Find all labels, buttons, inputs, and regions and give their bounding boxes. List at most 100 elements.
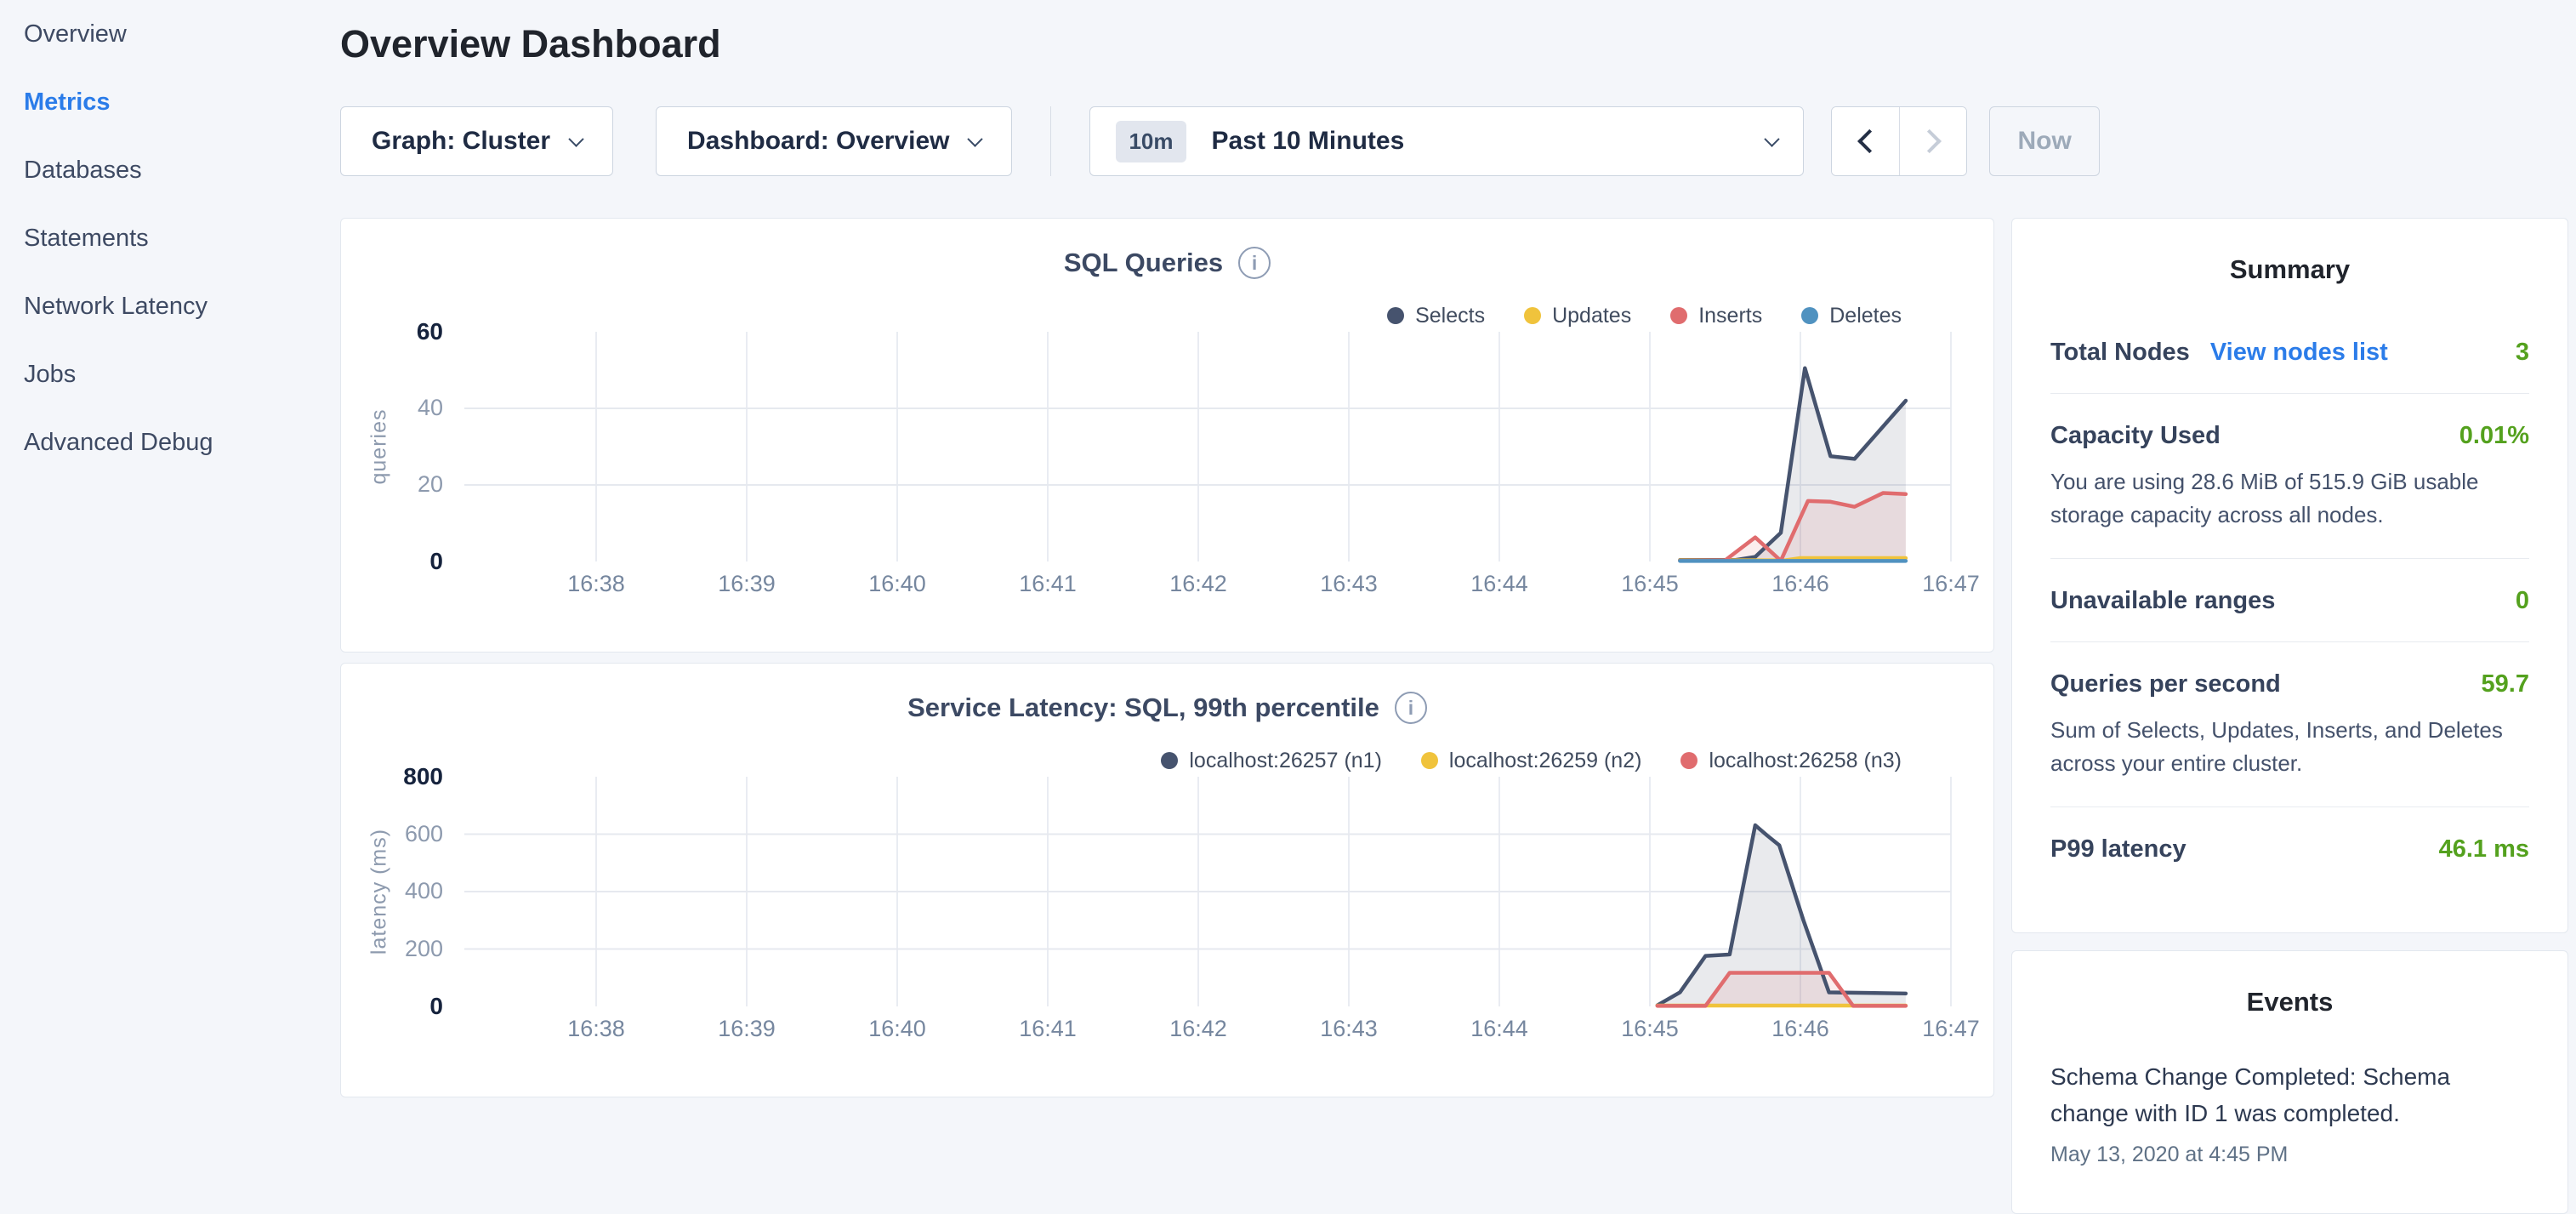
x-tick-label: 16:44	[1440, 1016, 1559, 1042]
app-root: OverviewMetricsDatabasesStatementsNetwor…	[0, 0, 2576, 1052]
legend-item-updates[interactable]: Updates	[1524, 304, 1631, 328]
chevron-down-icon	[968, 131, 983, 146]
x-tick-label: 16:47	[1891, 571, 2010, 597]
events-panel: Events Schema Change Completed: Schema c…	[2011, 950, 2568, 1214]
sidebar-item-statements[interactable]: Statements	[0, 204, 340, 272]
summary-stat-capacity-used: Capacity Used0.01% You are using 28.6 MiB…	[2050, 393, 2529, 558]
chart-canvas[interactable]	[464, 777, 1951, 1006]
chart-legend: Selects Updates Inserts Deletes	[341, 301, 1902, 330]
time-back-button[interactable]	[1832, 107, 1899, 175]
time-forward-button[interactable]	[1899, 107, 1966, 175]
sidebar-item-jobs[interactable]: Jobs	[0, 340, 340, 408]
chart-title-row: Service Latency: SQL, 99th percentile i	[341, 691, 1993, 725]
sidebar-item-databases[interactable]: Databases	[0, 136, 340, 204]
toolbar: Graph: Cluster Dashboard: Overview 10m P…	[340, 106, 2568, 176]
events-list: Schema Change Completed: Schema change w…	[2050, 1058, 2529, 1167]
legend-item-localhost-26258-n3[interactable]: localhost:26258 (n3)	[1680, 749, 1902, 773]
stat-row: P99 latency 46.1 ms	[2050, 835, 2529, 863]
legend-label: Selects	[1415, 304, 1485, 328]
y-tick-label: 400	[320, 878, 443, 904]
now-button[interactable]: Now	[1989, 106, 2099, 176]
stat-label: P99 latency	[2050, 835, 2186, 863]
graph-dropdown[interactable]: Graph: Cluster	[340, 106, 613, 176]
legend-item-selects[interactable]: Selects	[1387, 304, 1485, 328]
sidebar-item-overview[interactable]: Overview	[0, 0, 340, 68]
stat-label: Queries per second	[2050, 670, 2281, 698]
summary-stat-unavailable-ranges: Unavailable ranges0	[2050, 558, 2529, 641]
chart-plot: latency (ms)020040060080016:3816:3916:40…	[464, 777, 1951, 1006]
content-row: SQL QueriesiSelectsUpdatesInsertsDeletes…	[340, 218, 2568, 1214]
legend-item-inserts[interactable]: Inserts	[1670, 304, 1762, 328]
toolbar-divider	[1050, 106, 1051, 176]
stat-row: Capacity Used0.01%	[2050, 422, 2529, 450]
legend-dot	[1421, 752, 1438, 769]
legend-dot	[1387, 307, 1404, 324]
legend-dot	[1680, 752, 1697, 769]
chevron-down-icon	[1765, 131, 1780, 146]
x-tick-label: 16:38	[537, 571, 656, 597]
legend-dot	[1524, 307, 1541, 324]
x-tick-label: 16:39	[687, 1016, 806, 1042]
legend-dot	[1670, 307, 1687, 324]
stat-row: Queries per second 59.7	[2050, 670, 2529, 698]
stat-description: You are using 28.6 MiB of 515.9 GiB usab…	[2050, 465, 2529, 532]
chevron-down-icon	[568, 131, 583, 146]
chart-card-service-latency-sql-99th-percentile: Service Latency: SQL, 99th percentile i lo…	[340, 663, 1994, 1097]
y-tick-label: 200	[320, 936, 443, 962]
y-tick-label: 800	[320, 763, 443, 790]
x-tick-label: 16:43	[1289, 1016, 1408, 1042]
legend-item-deletes[interactable]: Deletes	[1801, 304, 1902, 328]
stat-label: Total Nodes	[2050, 339, 2190, 367]
summary-panel: Summary Total NodesView nodes list3Capac…	[2011, 218, 2568, 933]
stat-value: 3	[2516, 339, 2529, 367]
dashboard-dropdown[interactable]: Dashboard: Overview	[656, 106, 1012, 176]
event-text: Schema Change Completed: Schema change w…	[2050, 1058, 2529, 1132]
legend-item-localhost-26259-n2[interactable]: localhost:26259 (n2)	[1421, 749, 1642, 773]
stat-label: Capacity Used	[2050, 422, 2221, 450]
x-tick-label: 16:40	[838, 1016, 957, 1042]
event-item[interactable]: Schema Change Completed: Schema change w…	[2050, 1058, 2529, 1167]
stat-value: 46.1 ms	[2439, 835, 2529, 863]
y-tick-label: 60	[320, 318, 443, 345]
view-nodes-list-link[interactable]: View nodes list	[2210, 339, 2388, 367]
x-tick-label: 16:39	[687, 571, 806, 597]
chart-plot: queries020406016:3816:3916:4016:4116:421…	[464, 332, 1951, 561]
summary-stat-total-nodes: Total Nodes View nodes list 3	[2050, 311, 2529, 393]
y-tick-label: 40	[320, 395, 443, 421]
legend-dot	[1801, 307, 1818, 324]
legend-item-localhost-26257-n1[interactable]: localhost:26257 (n1)	[1161, 749, 1382, 773]
sidebar-item-network-latency[interactable]: Network Latency	[0, 272, 340, 340]
sidebar-item-metrics[interactable]: Metrics	[0, 68, 340, 136]
sidebar-item-advanced-debug[interactable]: Advanced Debug	[0, 408, 340, 476]
info-icon[interactable]: i	[1395, 692, 1427, 724]
graph-dropdown-label: Graph: Cluster	[372, 127, 550, 156]
chart-canvas[interactable]	[464, 332, 1951, 561]
x-tick-label: 16:40	[838, 571, 957, 597]
charts-column: SQL QueriesiSelectsUpdatesInsertsDeletes…	[340, 218, 1994, 1214]
stat-row: Total Nodes View nodes list 3	[2050, 339, 2529, 367]
legend-label: localhost:26258 (n3)	[1709, 749, 1902, 773]
chart-title: Service Latency: SQL, 99th percentile	[907, 692, 1379, 723]
info-icon[interactable]: i	[1238, 247, 1271, 279]
stat-row: Unavailable ranges0	[2050, 587, 2529, 615]
dashboard-dropdown-label: Dashboard: Overview	[687, 127, 949, 156]
time-range-label: Past 10 Minutes	[1212, 127, 1767, 156]
legend-label: Inserts	[1698, 304, 1762, 328]
x-tick-label: 16:43	[1289, 571, 1408, 597]
time-range-badge: 10m	[1116, 121, 1186, 162]
events-title: Events	[2050, 987, 2529, 1017]
y-tick-label: 20	[320, 471, 443, 498]
page-title: Overview Dashboard	[340, 22, 2568, 66]
chart-legend: localhost:26257 (n1) localhost:26259 (n2)…	[341, 746, 1902, 775]
time-range-dropdown[interactable]: 10m Past 10 Minutes	[1089, 106, 1804, 176]
stat-value: 59.7	[2482, 670, 2529, 698]
x-tick-label: 16:42	[1139, 571, 1258, 597]
x-tick-label: 16:41	[988, 1016, 1107, 1042]
legend-label: localhost:26259 (n2)	[1449, 749, 1642, 773]
y-tick-label: 0	[320, 548, 443, 575]
stat-label: Unavailable ranges	[2050, 587, 2275, 615]
summary-stat-p99-latency: P99 latency 46.1 ms	[2050, 806, 2529, 890]
chevron-right-icon	[1918, 129, 1942, 153]
main-content: Overview Dashboard Graph: Cluster Dashbo…	[340, 0, 2576, 1052]
right-column: Summary Total NodesView nodes list3Capac…	[2011, 218, 2568, 1214]
